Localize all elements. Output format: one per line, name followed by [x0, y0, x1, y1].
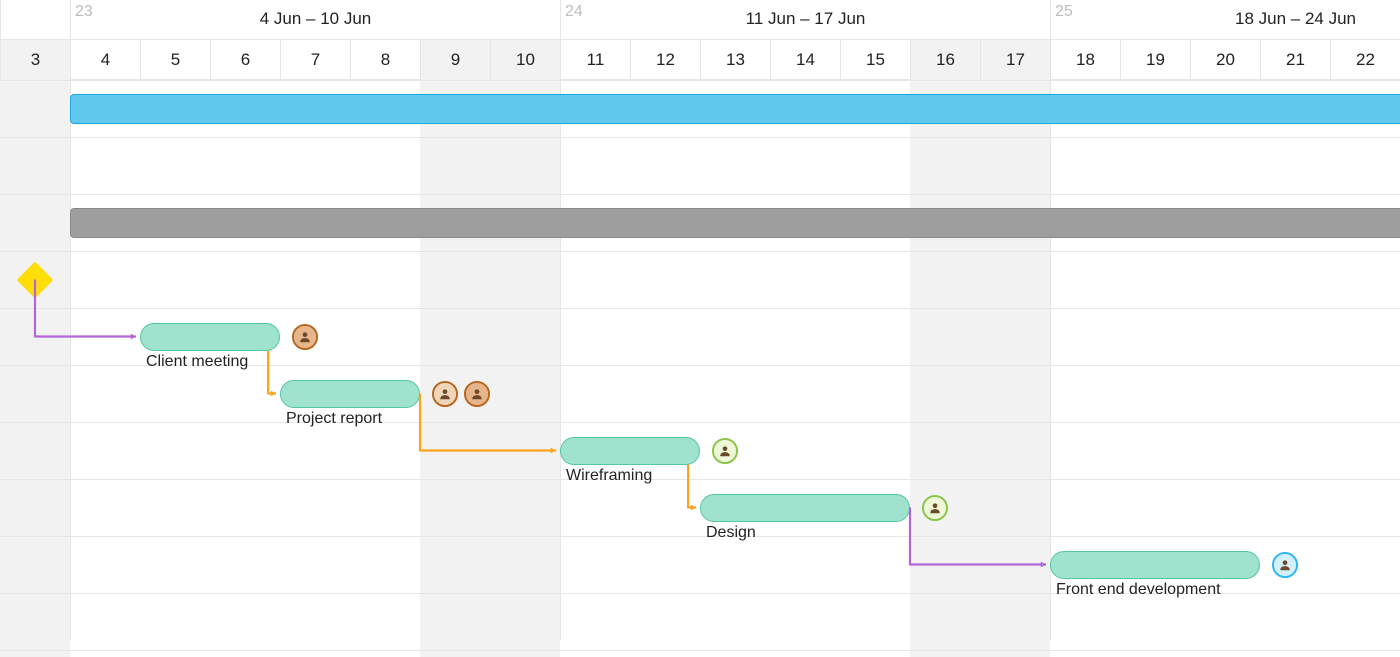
day-header-cell[interactable]: 17	[980, 40, 1050, 80]
day-header-cell[interactable]: 22	[1330, 40, 1400, 80]
task-bar-frontend[interactable]	[1050, 551, 1260, 579]
week-header-cell: 2518 Jun – 24 Jun	[1050, 0, 1400, 40]
assignee-avatar[interactable]	[432, 381, 458, 407]
gantt-grid[interactable]: Client meeting Project report Wireframing D…	[0, 80, 1400, 657]
week-range-label: 18 Jun – 24 Jun	[1051, 9, 1400, 29]
person-icon	[294, 326, 316, 348]
person-icon	[714, 440, 736, 462]
day-header-cell[interactable]: 16	[910, 40, 980, 80]
assignee-avatar[interactable]	[292, 324, 318, 350]
day-header-row: 345678910111213141516171819202122	[0, 40, 1400, 80]
day-header-cell[interactable]: 6	[210, 40, 280, 80]
phase-bar[interactable]	[70, 208, 1400, 238]
task-bar-client-meeting[interactable]	[140, 323, 280, 351]
task-label: Project report	[286, 410, 382, 428]
day-header-cell[interactable]: 8	[350, 40, 420, 80]
day-header-cell[interactable]: 12	[630, 40, 700, 80]
week-header-row: 234 Jun – 10 Jun2411 Jun – 17 Jun2518 Ju…	[0, 0, 1400, 40]
person-icon	[466, 383, 488, 405]
person-icon	[1274, 554, 1296, 576]
day-header-cell[interactable]: 20	[1190, 40, 1260, 80]
day-header-cell[interactable]: 9	[420, 40, 490, 80]
day-header-cell[interactable]: 10	[490, 40, 560, 80]
assignee-avatar[interactable]	[464, 381, 490, 407]
assignee-avatar[interactable]	[712, 438, 738, 464]
week-range-label: 4 Jun – 10 Jun	[71, 9, 560, 29]
task-bar-design[interactable]	[700, 494, 910, 522]
milestone-diamond[interactable]	[17, 261, 54, 298]
task-label: Client meeting	[146, 353, 248, 371]
week-range-label: 11 Jun – 17 Jun	[561, 9, 1050, 29]
day-header-cell[interactable]: 7	[280, 40, 350, 80]
task-label: Wireframing	[566, 467, 652, 485]
task-bar-project-report[interactable]	[280, 380, 420, 408]
day-header-cell[interactable]: 21	[1260, 40, 1330, 80]
day-header-cell[interactable]: 18	[1050, 40, 1120, 80]
timeline-header: 234 Jun – 10 Jun2411 Jun – 17 Jun2518 Ju…	[0, 0, 1400, 80]
assignee-avatar[interactable]	[922, 495, 948, 521]
person-icon	[434, 383, 456, 405]
assignee-avatar[interactable]	[1272, 552, 1298, 578]
day-header-cell[interactable]: 5	[140, 40, 210, 80]
day-header-cell[interactable]: 13	[700, 40, 770, 80]
day-header-cell[interactable]: 19	[1120, 40, 1190, 80]
task-label: Design	[706, 524, 756, 542]
week-header-cell: 2411 Jun – 17 Jun	[560, 0, 1050, 40]
task-label: Front end development	[1056, 581, 1221, 599]
day-header-cell[interactable]: 3	[0, 40, 70, 80]
day-header-cell[interactable]: 15	[840, 40, 910, 80]
day-header-cell[interactable]: 4	[70, 40, 140, 80]
project-bar[interactable]	[70, 94, 1400, 124]
gantt-chart[interactable]: 234 Jun – 10 Jun2411 Jun – 17 Jun2518 Ju…	[0, 0, 1400, 657]
day-header-cell[interactable]: 11	[560, 40, 630, 80]
day-header-cell[interactable]: 14	[770, 40, 840, 80]
person-icon	[924, 497, 946, 519]
week-header-cell: 234 Jun – 10 Jun	[70, 0, 560, 40]
task-bar-wireframing[interactable]	[560, 437, 700, 465]
